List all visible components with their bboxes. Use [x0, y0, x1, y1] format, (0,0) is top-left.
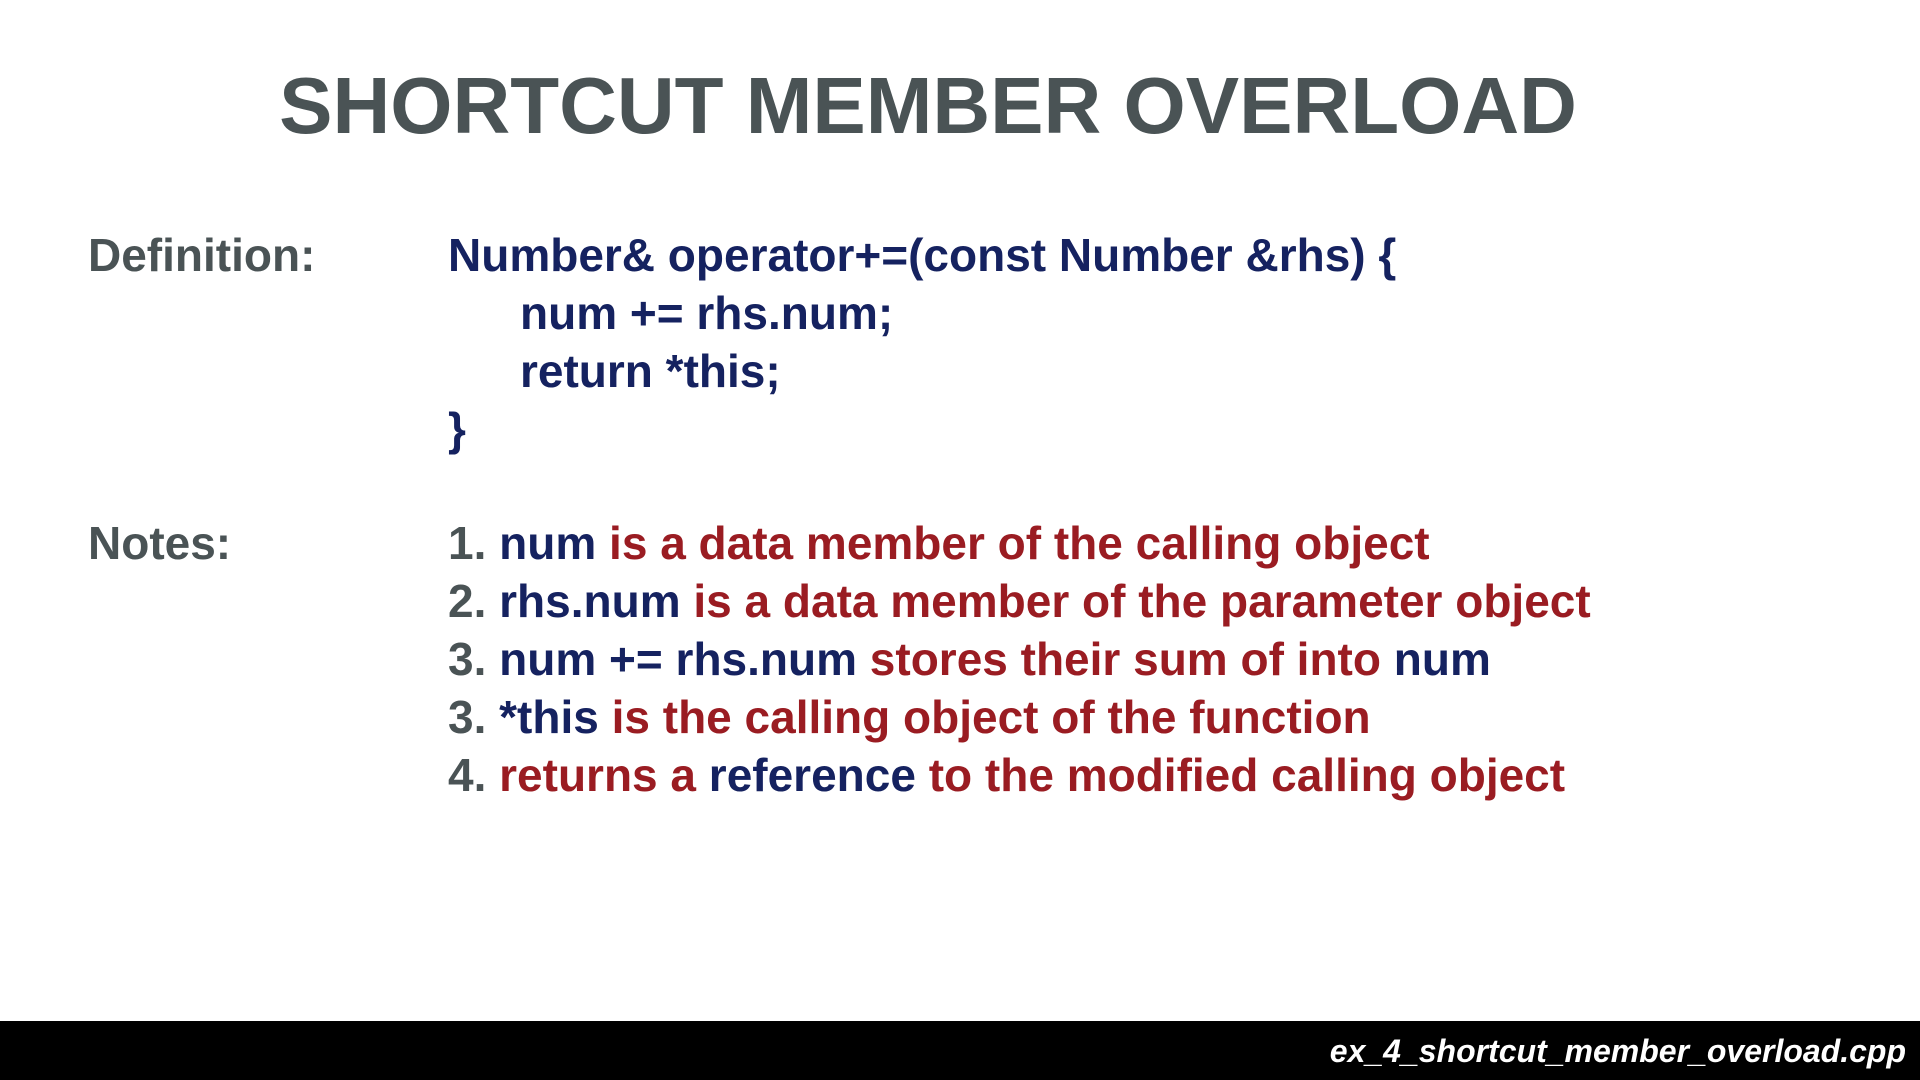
- code-line: Number& operator+=(const Number &rhs) {: [448, 229, 1397, 281]
- source-filename: ex_4_shortcut_member_overload.cpp: [1329, 1033, 1906, 1069]
- code-line: return *this;: [520, 345, 781, 397]
- note-item: 1. num is a data member of the calling o…: [448, 514, 1591, 572]
- note-code: rhs.num: [499, 575, 681, 627]
- note-text: stores their sum of into: [857, 633, 1394, 685]
- notes-label: Notes:: [88, 517, 232, 569]
- definition-code-block: Number& operator+=(const Number &rhs) { …: [448, 226, 1396, 458]
- note-number: 3.: [448, 633, 487, 685]
- footer-bar: ex_4_shortcut_member_overload.cpp: [0, 1021, 1920, 1080]
- note-code: num: [499, 517, 597, 569]
- note-code: *this: [499, 691, 599, 743]
- note-number: 3.: [448, 691, 487, 743]
- note-item: 3. num += rhs.num stores their sum of in…: [448, 630, 1591, 688]
- notes-list: 1. num is a data member of the calling o…: [448, 514, 1591, 804]
- code-line: }: [448, 403, 466, 455]
- note-number: 4.: [448, 749, 487, 801]
- note-text: returns a: [499, 749, 709, 801]
- code-line: num += rhs.num;: [520, 287, 894, 339]
- note-code: num: [1393, 633, 1491, 685]
- slide-title: SHORTCUT MEMBER OVERLOAD: [279, 61, 1577, 150]
- note-text: is a data member of the parameter object: [680, 575, 1591, 627]
- note-code: num += rhs.num: [499, 633, 858, 685]
- note-number: 2.: [448, 575, 487, 627]
- note-number: 1.: [448, 517, 487, 569]
- note-text: is the calling object of the function: [598, 691, 1371, 743]
- note-item: 2. rhs.num is a data member of the param…: [448, 572, 1591, 630]
- note-item: 3. *this is the calling object of the fu…: [448, 688, 1591, 746]
- note-text: to the modified calling object: [915, 749, 1566, 801]
- note-text: is a data member of the calling object: [596, 517, 1430, 569]
- note-code: reference: [708, 749, 916, 801]
- note-item: 4. returns a reference to the modified c…: [448, 746, 1591, 804]
- definition-label: Definition:: [88, 229, 316, 281]
